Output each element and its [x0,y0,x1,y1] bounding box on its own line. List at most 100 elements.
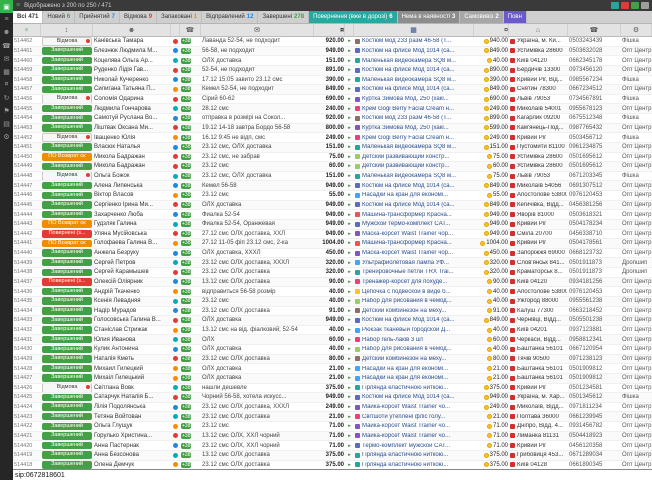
phone-code-badge[interactable]: +38 [181,231,191,237]
phone-code-badge[interactable]: +38 [181,135,191,141]
phone-code-badge[interactable]: +38 [181,38,191,44]
order-row[interactable]: 514445ЗавершенийСергіенко Ірина Ми...+38… [13,201,652,211]
app-logo-icon[interactable]: ▣ [0,0,13,13]
comment-column-icon[interactable]: ✉ [201,24,314,36]
mail-icon[interactable]: ✉ [0,52,13,65]
order-row[interactable]: 514458ЗавершенийНиколай Кучеренко+3817.1… [13,76,652,86]
products-icon[interactable]: ▦ [0,65,13,78]
settings-icon[interactable]: ⚙ [0,130,13,143]
phone-code-badge[interactable]: +38 [181,308,191,314]
order-row[interactable]: 514443ПО Возврат окГудзляк Галина+38Фиал… [13,220,652,230]
order-row[interactable]: 514446ЗавершенийВіктор Власов+3823.12 см… [13,191,652,201]
order-row[interactable]: 514418ЗавершенийОлена Демчук+3823.12 смс… [13,461,652,470]
order-row[interactable]: 514449ЗавершенийМикола Бадражан+3823.12 … [13,162,652,172]
order-row[interactable]: 514438ЗавершенийСергей Карамышев+3823.12… [13,268,652,278]
phone-column-icon[interactable]: ☎ [180,24,201,36]
tab-Всі[interactable]: Всі471 [13,11,43,23]
order-row[interactable]: 514433ЗавершенийГолосовська Галина В...+… [13,316,652,326]
phone-code-badge[interactable]: +38 [181,279,191,285]
tab-Відмова[interactable]: Відмова9 [120,11,157,23]
phone-code-badge[interactable]: +38 [181,366,191,372]
order-row[interactable]: 514429ЗавершенийНаталія Кметь+3823.12 см… [13,355,652,365]
price-column-icon[interactable]: ¤ [314,24,345,36]
order-row[interactable]: 514452ВідмоваІващенко Юлія+3816.12 9:45 … [13,133,652,143]
order-row[interactable]: 514462ВідмоваКанівська Тамара+38Лаванда … [13,37,652,47]
order-row[interactable]: 514447ЗавершенийАлена Липенська+38Кемел … [13,181,652,191]
phone-code-badge[interactable]: +38 [181,356,191,362]
phone-code-badge[interactable]: +38 [181,163,191,169]
phone-code-badge[interactable]: +38 [181,96,191,102]
tab-Прийнятий[interactable]: Прийнятий7 [75,11,120,23]
source-column-icon[interactable]: ⚙ [621,24,652,36]
phone-code-badge[interactable]: +38 [181,404,191,410]
delivery-icon[interactable] [345,24,354,36]
phone-code-badge[interactable]: +38 [181,452,191,458]
phone-code-badge[interactable]: +38 [181,154,191,160]
phone2-column-icon[interactable]: ☎ [568,24,621,36]
order-row[interactable]: 514459ЗавершенийРуденко Лідія Гав...+385… [13,66,652,76]
order-row[interactable]: 514444ЗавершенийЗахарченко Люба+38Фиалка… [13,210,652,220]
phone-code-badge[interactable]: +38 [181,433,191,439]
order-row[interactable]: 514460ЗавершенийКоцелява Ольга Ар...+38О… [13,56,652,66]
phone-code-badge[interactable]: +38 [181,423,191,429]
order-row[interactable]: 514451ЗавершенийВласюк Наталья+3823.12 с… [13,143,652,153]
menu-icon[interactable]: ≡ [16,2,20,9]
order-row[interactable]: 514425ЗавершенийСатарчук Наталія Б...+38… [13,393,652,403]
order-row[interactable]: 514453ЗавершенийЛіштвак Оксана Ми...+381… [13,124,652,134]
tab-Нема в наявності[interactable]: Нема в наявності3 [398,11,461,23]
tab-Самовивіз[interactable]: Самовивіз2 [460,11,503,23]
order-row[interactable]: 514423ЗавершенийТетяна Войтован+3823.12 … [13,412,652,422]
phone-code-badge[interactable]: +38 [181,58,191,64]
chip-red[interactable] [621,2,629,9]
phone-code-badge[interactable]: +38 [181,346,191,352]
phone-code-badge[interactable]: +38 [181,125,191,131]
order-row[interactable]: 514456ВідмоваСоломія Одарина+38Сірий 60-… [13,95,652,105]
chip-teal[interactable] [611,2,619,9]
calls-icon[interactable]: ☎ [0,39,13,52]
phone-code-badge[interactable]: +38 [181,443,191,449]
order-row[interactable]: 514437Повернені (з...Олексій Оліярник+38… [13,278,652,288]
phone-code-badge[interactable]: +38 [181,67,191,73]
phone-code-badge[interactable]: +38 [181,375,191,381]
phone-code-badge[interactable]: +38 [181,183,191,189]
sync-icon[interactable]: ↻ [0,91,13,104]
phone-code-badge[interactable]: +38 [181,260,191,266]
order-row[interactable]: 514422ЗавершенийОльга Глущук+3823.12 смс… [13,422,652,432]
order-row[interactable]: 514454ЗавершенийСамотуй Руслана Во...+38… [13,114,652,124]
order-row[interactable]: 514421ЗавершенийГорулько Христина...+381… [13,432,652,442]
tab-Завершені[interactable]: Завершені278 [258,11,309,23]
phone-code-badge[interactable]: +38 [181,202,191,208]
tab-Новий[interactable]: Новий6 [43,11,75,23]
phone-code-badge[interactable]: +38 [181,48,191,54]
order-row[interactable]: 514457ЗавершенийСилигана Татьяна П...+38… [13,85,652,95]
order-row[interactable]: 514419ЗавершенийАнна Безсонова+3813.12 с… [13,451,652,461]
order-row[interactable]: 514427ЗавершенийМихаіл Гилецький+38ОЛХ д… [13,374,652,384]
phone-code-badge[interactable]: +38 [181,86,191,92]
order-row[interactable]: 514461ЗавершенийБлезнюк Людмила М...+385… [13,47,652,57]
order-row[interactable]: 514441ПО Возврат окГолофаева Галина В...… [13,239,652,249]
phone-code-badge[interactable]: +38 [181,240,191,246]
phone-code-badge[interactable]: +38 [181,385,191,391]
product-column-icon[interactable]: ▦ [354,24,474,36]
stats-icon[interactable]: ▤ [0,117,13,130]
order-row[interactable]: 514440ЗавершенийАнжела Безруку+38ОЛХ дос… [13,249,652,259]
order-row[interactable]: 514439ЗавершенийСергей Петров+3823.12 см… [13,258,652,268]
tab-Повернення (вже в дорозі)[interactable]: Повернення (вже в дорозі)6 [309,11,398,23]
tab-Запаковані[interactable]: Запаковані1 [157,11,202,23]
avatar-column-icon[interactable] [171,24,180,36]
phone-code-badge[interactable]: +38 [181,394,191,400]
phone-code-badge[interactable]: +38 [181,106,191,112]
order-row[interactable]: 514442Повернені (з...Уляна Мусійовська+3… [13,230,652,240]
total-column-icon[interactable]: ¤ [474,24,509,36]
phone-code-badge[interactable]: +38 [181,115,191,121]
phone-code-badge[interactable]: +38 [181,317,191,323]
order-row[interactable]: 514455ЗавершенийЛюдмила Гончарова+3828.1… [13,104,652,114]
chip-gray[interactable] [641,2,649,9]
tab-Повн[interactable]: Повн [504,11,527,23]
phone-code-badge[interactable]: +38 [181,77,191,83]
order-row[interactable]: 514450ПО Возврат окМикола Бадражан+3823.… [13,153,652,163]
phone-code-badge[interactable]: +38 [181,298,191,304]
finance-icon[interactable]: ¤ [0,78,13,91]
order-row[interactable]: 514430ЗавершенийКулик Антонина+38ОЛХ дос… [13,345,652,355]
select-all-icon[interactable]: ≡ [13,24,41,36]
